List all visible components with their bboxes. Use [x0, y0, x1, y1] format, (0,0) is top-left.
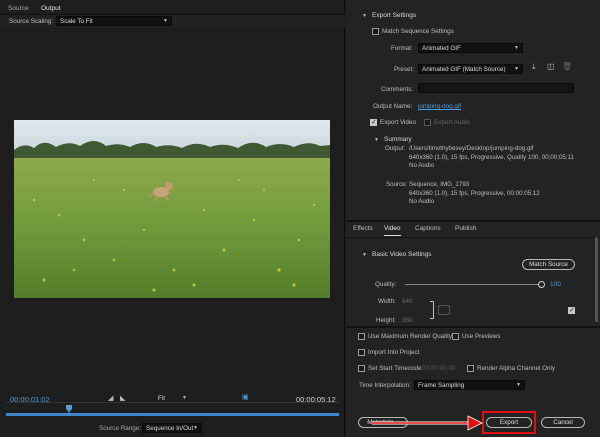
basic-video-triangle-icon[interactable]: ▼ [362, 252, 367, 258]
chevron-down-icon: ▼ [514, 45, 519, 51]
max-render-quality-label: Use Maximum Render Quality [368, 333, 452, 340]
format-label: Format: [391, 45, 413, 52]
set-start-timecode-checkbox[interactable] [358, 365, 365, 372]
import-preset-icon[interactable]: ◫ [547, 62, 555, 71]
output-name-link[interactable]: jumping-dog.gif [418, 103, 461, 110]
max-render-quality-checkbox[interactable] [358, 333, 365, 340]
height-label: Height: [376, 317, 396, 324]
source-range-dropdown[interactable]: Sequence In/Out ▼ [142, 423, 202, 433]
comments-input[interactable] [418, 83, 574, 93]
summary-output-block: /Users/timothybesey/Desktop/jumping-dog.… [409, 145, 574, 169]
export-video-label: Export Video [380, 119, 416, 126]
export-video-checkbox[interactable] [370, 118, 377, 126]
preset-label: Preset: [394, 66, 414, 73]
tab-publish[interactable]: Publish [455, 225, 476, 236]
chain-link-icon[interactable] [438, 305, 450, 315]
comments-label: Comments: [381, 86, 414, 93]
render-alpha-checkbox[interactable] [467, 365, 474, 372]
set-start-timecode-label: Set Start Timecode [368, 365, 422, 372]
use-previews-label: Use Previews [462, 333, 501, 340]
use-previews-checkbox[interactable] [452, 333, 459, 340]
timeline-track[interactable] [6, 413, 339, 416]
export-button[interactable]: Export [486, 417, 532, 428]
import-into-project-checkbox[interactable] [358, 349, 365, 356]
match-sequence-checkbox[interactable] [372, 28, 379, 35]
start-timecode-value[interactable]: 00;00;00;00 [422, 365, 455, 372]
source-scaling-label: Source Scaling: [9, 18, 54, 25]
summary-triangle-icon[interactable]: ▼ [374, 137, 379, 143]
chevron-down-icon: ▼ [163, 18, 168, 24]
time-interpolation-label: Time Interpolation: [359, 382, 411, 389]
quality-label: Quality: [375, 281, 397, 288]
chevron-down-icon: ▼ [514, 66, 519, 72]
height-value[interactable]: 360 [402, 317, 413, 324]
resize-checkbox[interactable] [568, 306, 575, 314]
video-frame-image [14, 120, 330, 298]
aspect-bracket [430, 301, 434, 319]
tab-effects[interactable]: Effects [353, 225, 373, 236]
tab-divider [346, 237, 600, 238]
match-sequence-label: Match Sequence Settings [382, 28, 454, 35]
chevron-down-icon: ▼ [516, 382, 521, 388]
section-divider [346, 220, 600, 222]
quality-slider-track[interactable] [405, 284, 541, 285]
output-name-label: Output Name: [373, 103, 413, 110]
scrollbar[interactable] [595, 237, 598, 322]
collapse-triangle-icon[interactable]: ▼ [362, 13, 367, 19]
summary-header: Summary [384, 136, 412, 143]
tab-captions[interactable]: Captions [415, 225, 441, 236]
section-divider [346, 326, 600, 328]
chevron-down-icon: ▼ [193, 425, 198, 431]
delete-preset-icon[interactable]: 🗑 [562, 62, 572, 71]
export-audio-checkbox[interactable] [424, 119, 431, 126]
annotation-arrow-icon [372, 415, 483, 431]
playhead-icon[interactable] [66, 405, 73, 415]
width-value[interactable]: 640 [402, 298, 413, 305]
time-ruler [6, 402, 339, 403]
match-source-button[interactable]: Match Source [522, 259, 575, 270]
summary-source-label: Source: [386, 181, 408, 188]
quality-slider-handle[interactable] [538, 281, 545, 288]
quality-value[interactable]: 100 [550, 281, 561, 288]
render-alpha-label: Render Alpha Channel Only [477, 365, 556, 372]
basic-video-header: Basic Video Settings [372, 251, 432, 258]
width-label: Width: [378, 298, 396, 305]
mark-in-icon[interactable]: ◢ [108, 394, 113, 402]
time-interpolation-dropdown[interactable]: Frame Sampling ▼ [414, 380, 525, 390]
summary-source-block: Sequence, IMG_1793 640x360 (1.0), 15 fps… [409, 181, 540, 205]
crop-icon[interactable]: ▣ [242, 393, 249, 401]
save-preset-icon[interactable]: ⤓ [532, 62, 536, 72]
source-range-label: Source Range: [99, 425, 142, 432]
preset-dropdown[interactable]: Animated GIF (Match Source) ▼ [418, 64, 523, 74]
export-audio-label: Export Audio [434, 119, 470, 126]
cancel-button[interactable]: Cancel [541, 417, 585, 428]
summary-output-label: Output: [385, 145, 406, 152]
import-into-project-label: Import Into Project [368, 349, 420, 356]
source-scaling-dropdown[interactable]: Scale To Fit ▼ [56, 16, 172, 26]
format-dropdown[interactable]: Animated GIF ▼ [418, 43, 523, 53]
tab-video[interactable]: Video [384, 225, 401, 236]
video-preview [14, 120, 330, 298]
mark-out-icon[interactable]: ◣ [120, 394, 125, 402]
export-settings-header: Export Settings [372, 12, 417, 19]
